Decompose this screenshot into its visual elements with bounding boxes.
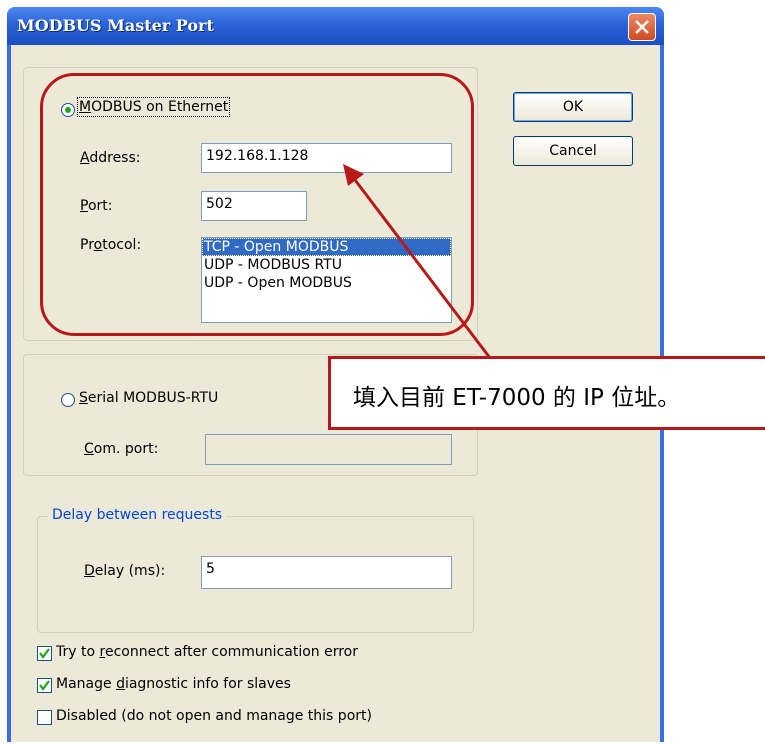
annotation-callout: 填入目前 ET-7000 的 IP 位址。 <box>328 356 765 430</box>
callout-text: 填入目前 ET-7000 的 IP 位址。 <box>353 385 681 411</box>
